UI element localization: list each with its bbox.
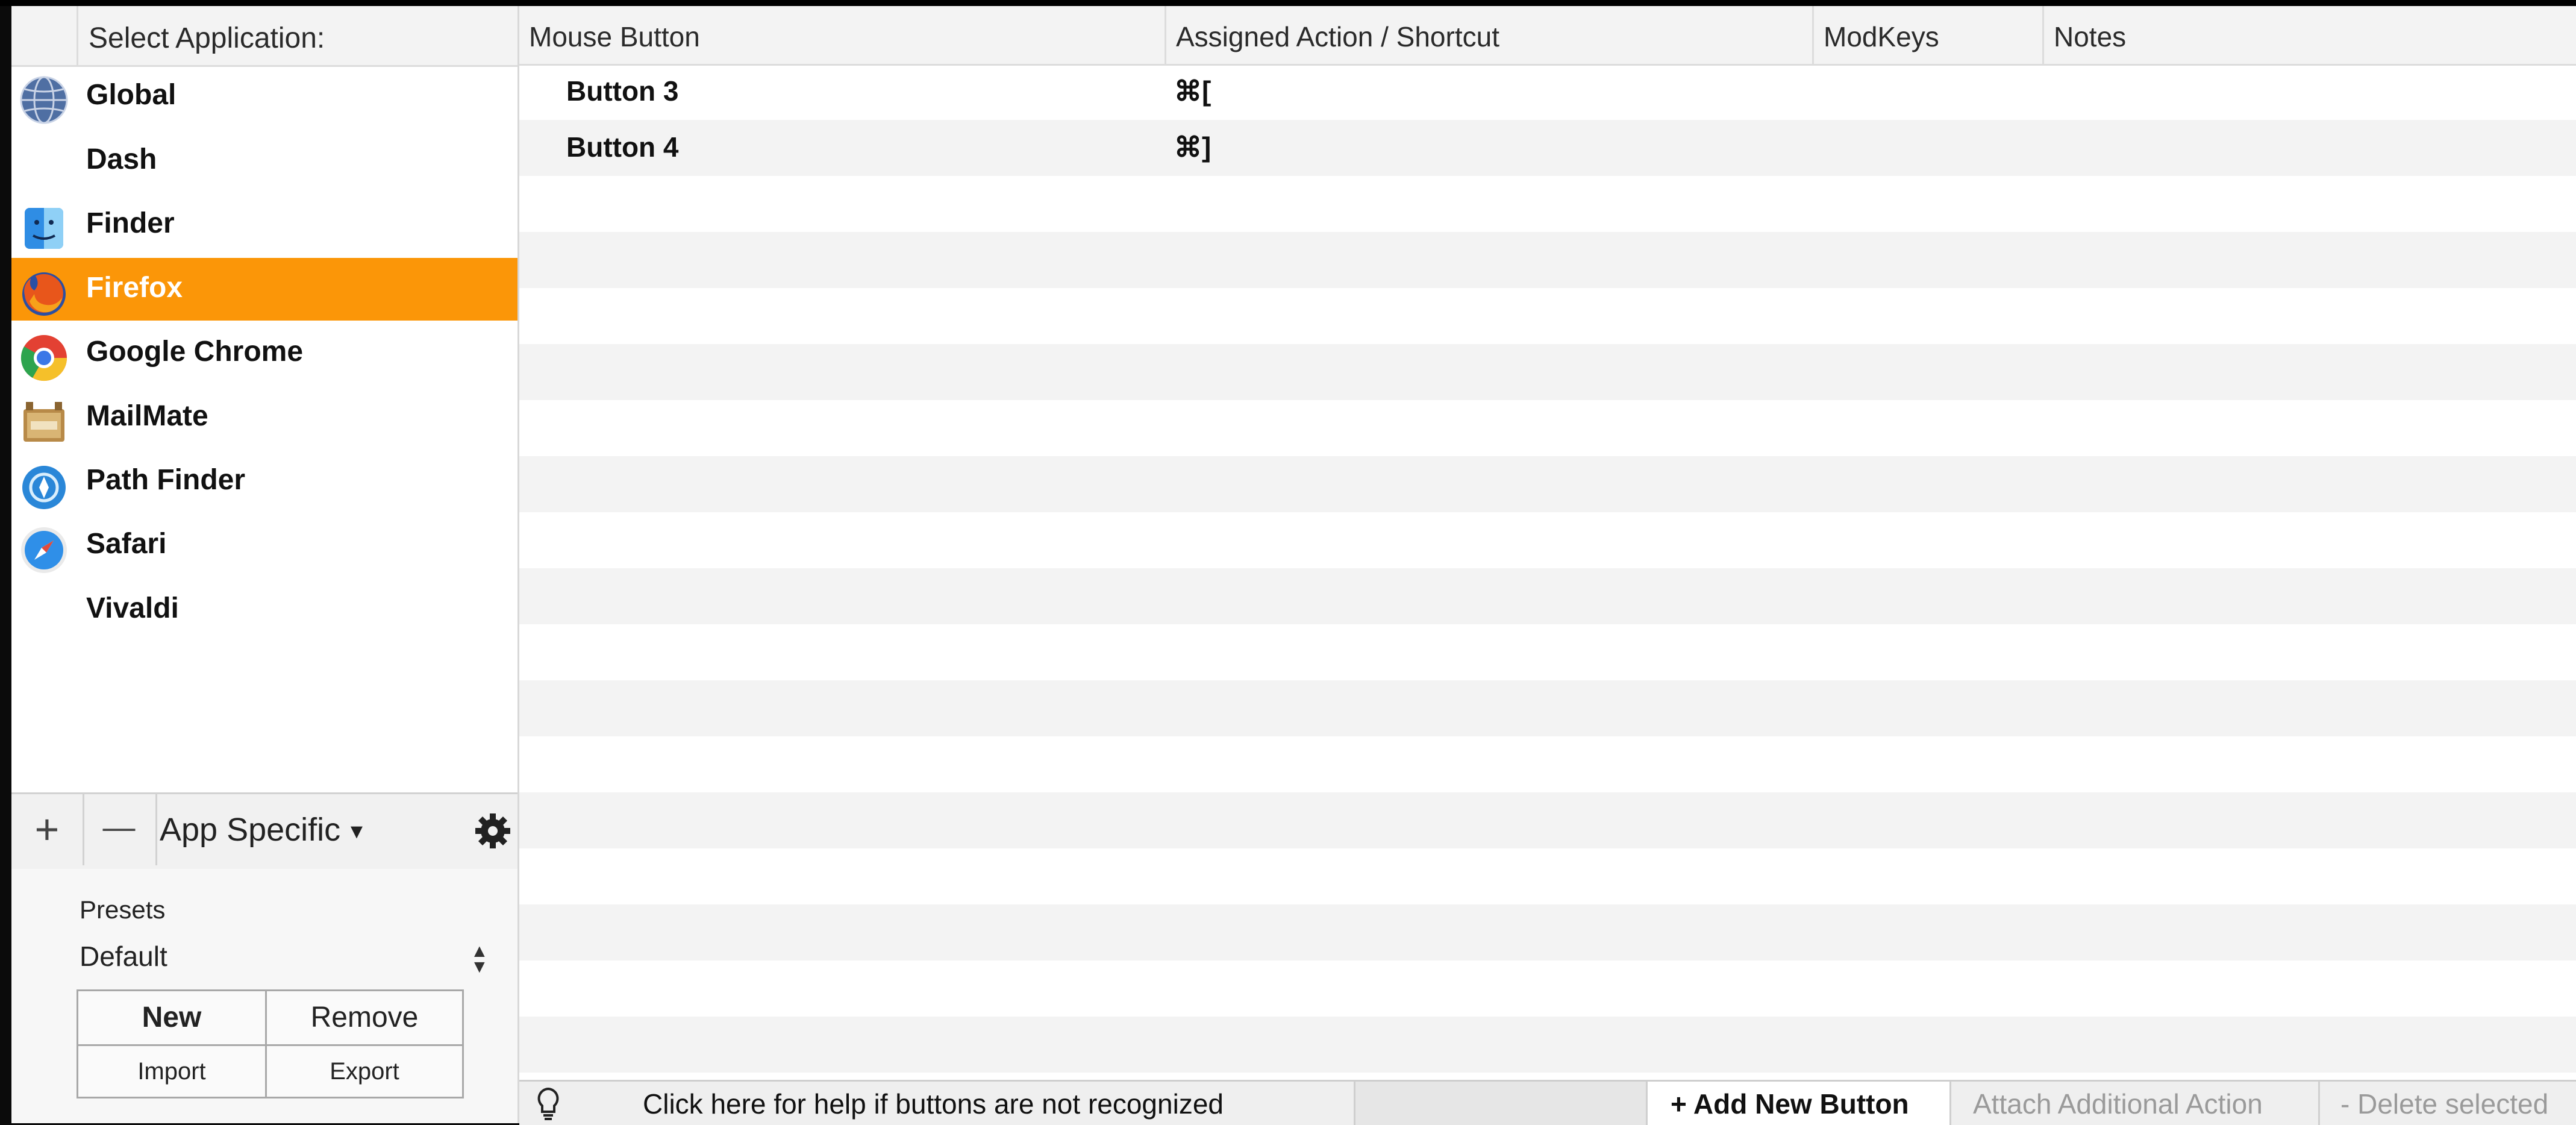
app-item-label: Vivaldi bbox=[86, 592, 179, 624]
attach-action-label: Attach Additional Action bbox=[1973, 1088, 2263, 1120]
app-item-safari[interactable]: Safari bbox=[11, 514, 517, 577]
shortcut-cell: ⌘] bbox=[1174, 131, 1211, 163]
empty-table-row bbox=[519, 848, 2576, 904]
presets-select[interactable]: Default bbox=[80, 940, 167, 973]
empty-table-row bbox=[519, 680, 2576, 736]
shortcut-cell: ⌘[ bbox=[1174, 75, 1211, 107]
chrome-icon bbox=[20, 335, 67, 381]
column-header-mouse-button[interactable]: Mouse Button bbox=[519, 6, 1166, 64]
remove-preset-label: Remove bbox=[310, 1001, 419, 1033]
column-header-notes[interactable]: Notes bbox=[2044, 6, 2576, 64]
empty-table-row bbox=[519, 568, 2576, 624]
app-item-google-chrome[interactable]: Google Chrome bbox=[11, 322, 517, 384]
finder-icon bbox=[25, 208, 63, 249]
new-preset-button[interactable]: New bbox=[77, 989, 267, 1046]
column-header-label: ModKeys bbox=[1824, 21, 1939, 52]
app-item-mailmate[interactable]: MailMate bbox=[11, 386, 517, 449]
firefox-icon bbox=[22, 272, 66, 316]
remove-application-button[interactable]: — bbox=[83, 794, 157, 865]
app-item-label: Dash bbox=[86, 143, 157, 175]
safari-icon bbox=[21, 527, 67, 573]
add-application-button[interactable]: + bbox=[11, 794, 84, 865]
empty-table-row bbox=[519, 232, 2576, 288]
remove-preset-button[interactable]: Remove bbox=[265, 989, 464, 1046]
application-list-header: Select Application: bbox=[11, 6, 517, 67]
empty-table-row bbox=[519, 344, 2576, 400]
app-item-vivaldi[interactable]: Vivaldi bbox=[11, 578, 517, 641]
column-header-modkeys[interactable]: ModKeys bbox=[1814, 6, 2044, 64]
app-mode-dropdown[interactable]: App Specific ▼ bbox=[160, 811, 367, 848]
column-header-label: Notes bbox=[2054, 21, 2127, 52]
export-preset-label: Export bbox=[330, 1058, 399, 1085]
empty-table-row bbox=[519, 512, 2576, 568]
minus-icon: — bbox=[102, 809, 136, 845]
empty-table-row bbox=[519, 904, 2576, 960]
app-item-label: Firefox bbox=[86, 272, 183, 304]
add-new-button[interactable]: + Add New Button bbox=[1648, 1082, 1951, 1125]
stepper-arrows-icon[interactable]: ▲ ▼ bbox=[470, 942, 489, 976]
import-preset-label: Import bbox=[137, 1058, 206, 1085]
mouse-button-cell: Button 3 bbox=[566, 75, 679, 107]
column-header-assigned-action[interactable]: Assigned Action / Shortcut bbox=[1166, 6, 1814, 64]
presets-panel: Presets Default ▲ ▼ New Remove Import Exp… bbox=[11, 869, 517, 1123]
plus-icon: + bbox=[34, 806, 60, 853]
empty-table-row bbox=[519, 624, 2576, 680]
help-text: Click here for help if buttons are not r… bbox=[643, 1088, 1224, 1120]
table-row[interactable]: Button 4 ⌘] bbox=[519, 120, 2576, 176]
column-header-label: Assigned Action / Shortcut bbox=[1176, 21, 1499, 52]
empty-table-row bbox=[519, 792, 2576, 848]
button-mapping-table: Mouse Button Assigned Action / Shortcut … bbox=[519, 6, 2576, 1125]
gear-icon[interactable] bbox=[474, 812, 511, 850]
column-header-label: Mouse Button bbox=[529, 21, 700, 52]
mailmate-icon bbox=[23, 402, 64, 442]
window-top-edge bbox=[0, 0, 2576, 6]
app-item-label: Path Finder bbox=[86, 464, 246, 496]
app-item-firefox[interactable]: Firefox bbox=[11, 258, 517, 321]
import-preset-button[interactable]: Import bbox=[77, 1044, 267, 1098]
globe-icon bbox=[20, 76, 68, 124]
empty-table-row bbox=[519, 1017, 2576, 1073]
attach-additional-action-button[interactable]: Attach Additional Action bbox=[1951, 1082, 2320, 1125]
empty-table-row bbox=[519, 960, 2576, 1017]
help-link[interactable]: Click here for help if buttons are not r… bbox=[519, 1082, 1355, 1125]
mouse-button-cell: Button 4 bbox=[566, 131, 679, 163]
delete-selected-label: - Delete selected bbox=[2340, 1088, 2549, 1120]
app-item-label: Safari bbox=[86, 528, 167, 560]
lightbulb-icon bbox=[537, 1087, 559, 1120]
sidebar-toolbar: + — App Specific ▼ bbox=[11, 792, 517, 871]
bottom-bar-spacer bbox=[1355, 1082, 1648, 1125]
new-preset-label: New bbox=[142, 1001, 202, 1033]
application-sidebar: Select Application: Global Dash Finder F… bbox=[11, 6, 519, 1123]
empty-table-row bbox=[519, 176, 2576, 232]
chevron-down-icon: ▼ bbox=[346, 820, 367, 844]
presets-label: Presets bbox=[80, 895, 166, 924]
app-item-finder[interactable]: Finder bbox=[11, 193, 517, 256]
app-item-dash[interactable]: Dash bbox=[11, 130, 517, 192]
app-item-label: Finder bbox=[86, 207, 175, 239]
app-item-label: Global bbox=[86, 79, 177, 111]
delete-selected-button[interactable]: - Delete selected bbox=[2320, 1082, 2576, 1125]
app-item-label: MailMate bbox=[86, 400, 208, 432]
add-new-button-label: + Add New Button bbox=[1671, 1088, 1909, 1120]
icon-column-header bbox=[11, 6, 78, 65]
select-application-label: Select Application: bbox=[89, 22, 325, 54]
empty-table-row bbox=[519, 288, 2576, 344]
export-preset-button[interactable]: Export bbox=[265, 1044, 464, 1098]
empty-table-row bbox=[519, 736, 2576, 792]
app-item-label: Google Chrome bbox=[86, 336, 304, 368]
app-item-global[interactable]: Global bbox=[11, 65, 517, 128]
app-item-path-finder[interactable]: Path Finder bbox=[11, 450, 517, 513]
table-row[interactable]: Button 3 ⌘[ bbox=[519, 64, 2576, 120]
empty-table-row bbox=[519, 400, 2576, 456]
table-header: Mouse Button Assigned Action / Shortcut … bbox=[519, 6, 2576, 66]
bottom-action-bar: Click here for help if buttons are not r… bbox=[519, 1080, 2576, 1125]
empty-table-row bbox=[519, 456, 2576, 512]
path-finder-icon bbox=[22, 466, 66, 509]
app-mode-label: App Specific bbox=[160, 812, 341, 848]
